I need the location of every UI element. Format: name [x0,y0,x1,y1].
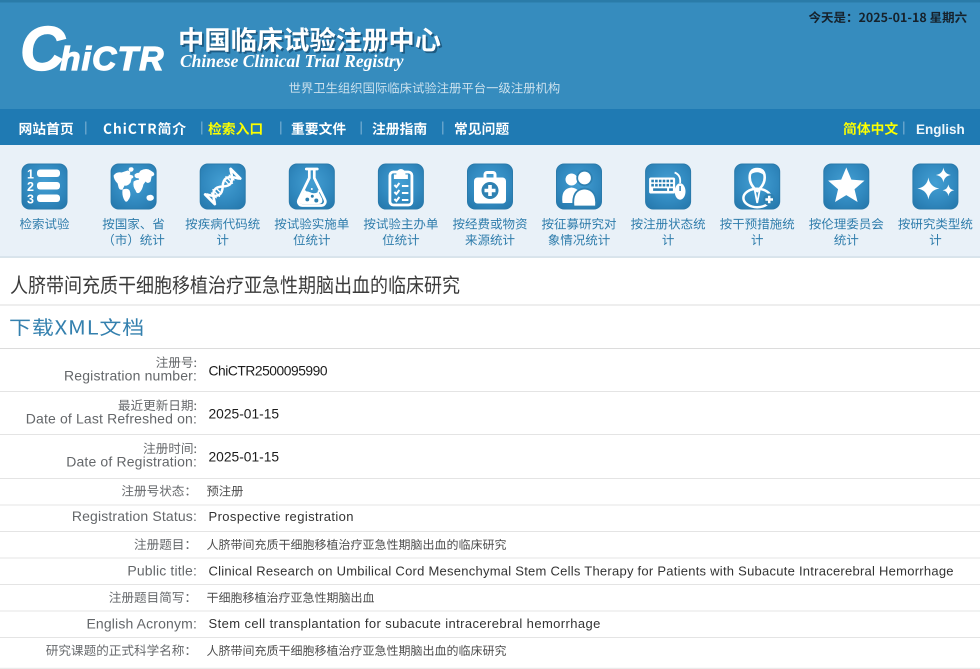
svg-text:hiCTR: hiCTR [60,41,165,78]
svg-text:English: English [916,122,965,137]
svg-text:Date of Last Refreshed on:: Date of Last Refreshed on: [26,411,197,427]
svg-text:Stem cell transplantation for: Stem cell transplantation for subacute i… [209,616,601,631]
svg-text:Registration number:: Registration number: [64,368,197,384]
svg-text:Registration Status:: Registration Status: [72,508,197,524]
svg-text:3: 3 [27,193,34,207]
svg-text:Public title:: Public title: [127,563,197,579]
svg-text:2025-01-15: 2025-01-15 [209,407,280,422]
svg-text:Clinical Research on Umbilical: Clinical Research on Umbilical Cord Mese… [209,564,954,579]
svg-text:Date of Registration:: Date of Registration: [66,454,197,470]
svg-text:Chinese Clinical Trial Registr: Chinese Clinical Trial Registry [180,51,404,71]
svg-text:Prospective registration: Prospective registration [209,509,354,524]
svg-text:ChiCTR2500095990: ChiCTR2500095990 [209,364,328,379]
svg-text:2025-01-15: 2025-01-15 [209,450,280,465]
svg-text:English Acronym:: English Acronym: [86,616,197,632]
